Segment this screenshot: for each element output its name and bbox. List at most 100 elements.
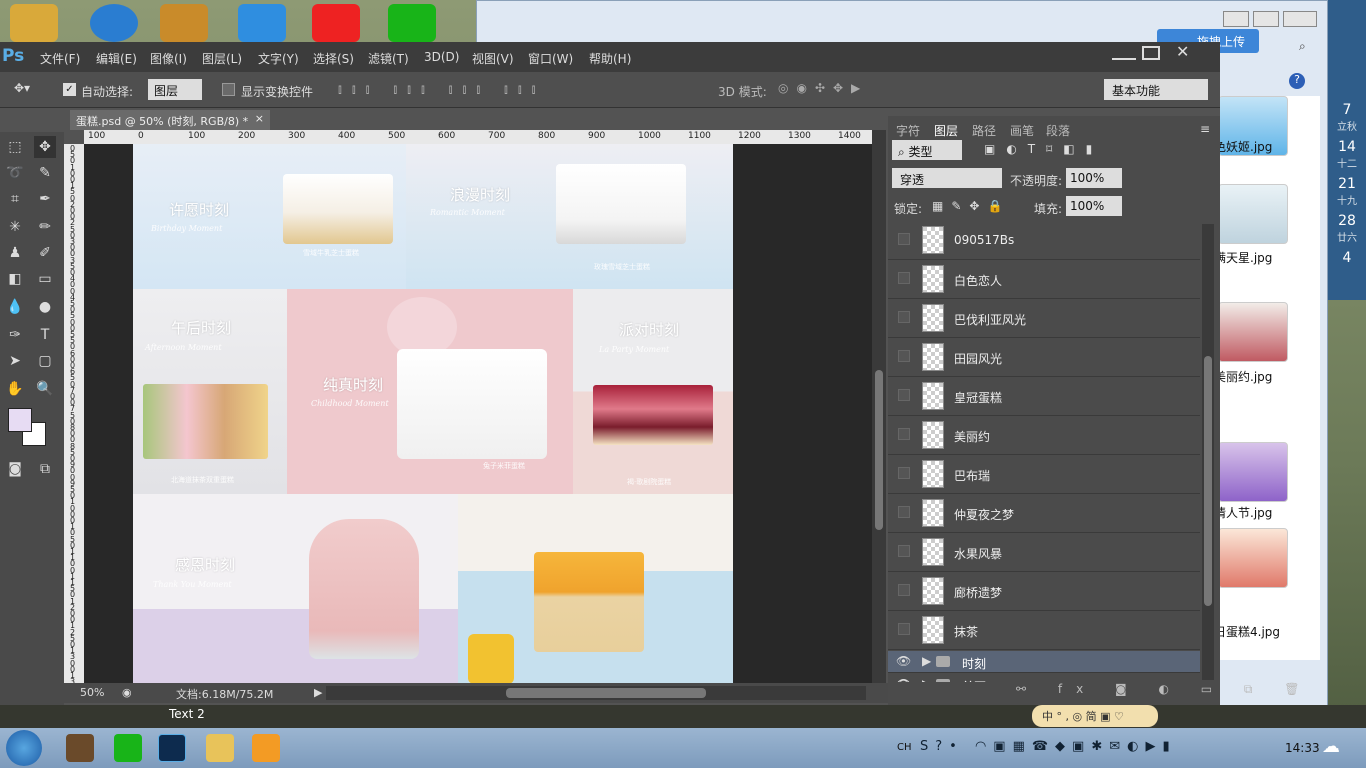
foreground-color[interactable]: [8, 408, 32, 432]
brush-icon[interactable]: ✏: [34, 216, 56, 238]
zoom-level[interactable]: 50%: [80, 686, 104, 699]
tray-lang[interactable]: CH: [897, 742, 912, 753]
file-thumb[interactable]: [1218, 528, 1288, 588]
taskbar-app-icon[interactable]: [252, 734, 280, 762]
pen-icon[interactable]: ✑: [4, 324, 26, 346]
lock-icons[interactable]: ▦✎✥🔒: [932, 199, 1010, 213]
file-thumb[interactable]: [1218, 442, 1288, 502]
tab-paragraph[interactable]: 段落: [1046, 122, 1070, 139]
tab-layers[interactable]: 图层: [934, 122, 958, 139]
baidu-cloud-icon[interactable]: [238, 4, 286, 42]
eye-icon[interactable]: 👁: [896, 654, 911, 668]
layer-group-row[interactable]: 👁 ▶ 时刻: [888, 651, 1200, 673]
status-menu-icon[interactable]: ▶: [314, 686, 322, 699]
move-tool-icon[interactable]: ✥: [34, 136, 56, 158]
menu-file[interactable]: 文件(F): [40, 50, 80, 67]
layer-group-row[interactable]: 👁 ▶ 首页: [888, 674, 1200, 682]
layer-actions-icons[interactable]: ⚯ fx ◙ ◐ ▭ ⧉ 🗑: [1016, 682, 1314, 697]
gradient-icon[interactable]: ▭: [34, 268, 56, 290]
shape-tool-icon[interactable]: ▢: [34, 350, 56, 372]
close-tab-icon[interactable]: ×: [255, 112, 264, 125]
align-icons[interactable]: ⫾⫾⫾ ⫾⫾⫾ ⫾⫾⫾ ⫾⫾⫾: [338, 82, 546, 97]
visibility-toggle[interactable]: [898, 428, 910, 440]
panel-menu-icon[interactable]: ≡: [1200, 122, 1210, 136]
layers-scrollbar[interactable]: [1202, 224, 1214, 680]
crop-tool-icon[interactable]: ⌗: [4, 188, 26, 210]
vertical-scrollbar[interactable]: [872, 130, 886, 686]
clock[interactable]: 14:33: [1285, 741, 1320, 755]
eyedropper-icon[interactable]: ✒: [34, 188, 56, 210]
ps-close-icon[interactable]: ✕: [1176, 42, 1189, 61]
horizontal-scrollbar[interactable]: [326, 686, 866, 700]
workspace-dropdown[interactable]: 基本功能: [1104, 79, 1208, 100]
menu-window[interactable]: 窗口(W): [528, 50, 573, 67]
layer-row[interactable]: 水果风暴: [888, 534, 1200, 572]
layer-row[interactable]: 巴布瑞: [888, 456, 1200, 494]
visibility-toggle[interactable]: [898, 584, 910, 596]
visibility-toggle[interactable]: [898, 350, 910, 362]
zoom-tool-icon[interactable]: 🔍: [34, 378, 56, 400]
minimize-icon[interactable]: [1223, 11, 1249, 27]
blend-mode-dropdown[interactable]: 穿透: [892, 168, 1002, 188]
menu-help[interactable]: 帮助(H): [589, 50, 631, 67]
artboard[interactable]: 许愿时刻 Birthday Moment 雪域牛乳芝士蛋糕 浪漫时刻 Roman…: [133, 144, 733, 686]
taskbar-iqiyi-icon[interactable]: [114, 734, 142, 762]
archive-icon[interactable]: [160, 4, 208, 42]
type-tool-icon[interactable]: T: [34, 324, 56, 346]
menu-image[interactable]: 图像(I): [150, 50, 187, 67]
move-tool-icon[interactable]: ✥▾: [14, 81, 30, 95]
history-brush-icon[interactable]: ✐: [34, 242, 56, 264]
menu-3d[interactable]: 3D(D): [424, 50, 459, 64]
document-tab[interactable]: 蛋糕.psd @ 50% (时刻, RGB/8) * ×: [70, 110, 270, 130]
fill-input[interactable]: 100%: [1066, 196, 1122, 216]
ime-bar[interactable]: 中 ° , ◎ 简 ▣ ♡: [1032, 705, 1158, 727]
tray-icons[interactable]: S?• ◠▣▦☎◆▣✱✉◐▶▮: [920, 739, 1177, 754]
path-select-icon[interactable]: ➤: [4, 350, 26, 372]
expand-icon[interactable]: ▶: [922, 654, 931, 668]
visibility-toggle[interactable]: [898, 389, 910, 401]
menu-edit[interactable]: 编辑(E): [96, 50, 137, 67]
3d-tools-icons[interactable]: ◎◉✣✥▶: [778, 81, 868, 95]
quick-select-icon[interactable]: ✎: [34, 162, 56, 184]
visibility-toggle[interactable]: [898, 311, 910, 323]
menu-layer[interactable]: 图层(L): [202, 50, 242, 67]
layer-row[interactable]: 美丽约: [888, 417, 1200, 455]
ie-icon[interactable]: [90, 4, 138, 42]
expand-icon[interactable]: ▶: [922, 677, 931, 682]
search-icon[interactable]: ⌕: [1299, 39, 1306, 54]
visibility-toggle[interactable]: [898, 233, 910, 245]
blur-icon[interactable]: 💧: [4, 296, 26, 318]
layer-row[interactable]: 田园风光: [888, 339, 1200, 377]
dodge-icon[interactable]: ●: [34, 296, 56, 318]
file-thumb[interactable]: [1218, 184, 1288, 244]
ps-minimize-icon[interactable]: [1112, 46, 1136, 60]
menu-filter[interactable]: 滤镜(T): [368, 50, 409, 67]
eraser-icon[interactable]: ◧: [4, 268, 26, 290]
ps-maximize-icon[interactable]: [1142, 46, 1160, 60]
filter-dropdown[interactable]: ⌕ 类型: [892, 140, 962, 160]
layer-row[interactable]: 廊桥遗梦: [888, 573, 1200, 611]
stamp-icon[interactable]: ♟: [4, 242, 26, 264]
opacity-input[interactable]: 100%: [1066, 168, 1122, 188]
healing-icon[interactable]: ✳: [4, 216, 26, 238]
layer-row[interactable]: 仲夏夜之梦: [888, 495, 1200, 533]
flash-icon[interactable]: [312, 4, 360, 42]
tab-brushes[interactable]: 画笔: [1010, 122, 1034, 139]
cloud-icon[interactable]: ☁: [1322, 736, 1340, 757]
visibility-toggle[interactable]: [898, 545, 910, 557]
visibility-toggle[interactable]: [898, 272, 910, 284]
close-icon[interactable]: [1283, 11, 1317, 27]
menu-view[interactable]: 视图(V): [472, 50, 514, 67]
start-button[interactable]: [6, 730, 42, 766]
auto-select-dropdown[interactable]: 图层: [148, 79, 202, 100]
layer-row[interactable]: 皇冠蛋糕: [888, 378, 1200, 416]
layer-row[interactable]: 巴伐利亚风光: [888, 300, 1200, 338]
menu-select[interactable]: 选择(S): [313, 50, 354, 67]
quick-mask-icon[interactable]: ◙: [4, 458, 26, 480]
lasso-tool-icon[interactable]: ➰: [4, 162, 26, 184]
layer-row[interactable]: 抹茶: [888, 612, 1200, 650]
hand-tool-icon[interactable]: ✋: [4, 378, 26, 400]
filter-icons[interactable]: ▣◐T⌑◧▮: [984, 142, 1103, 156]
marquee-tool-icon[interactable]: ⬚: [4, 136, 26, 158]
visibility-toggle[interactable]: [898, 467, 910, 479]
